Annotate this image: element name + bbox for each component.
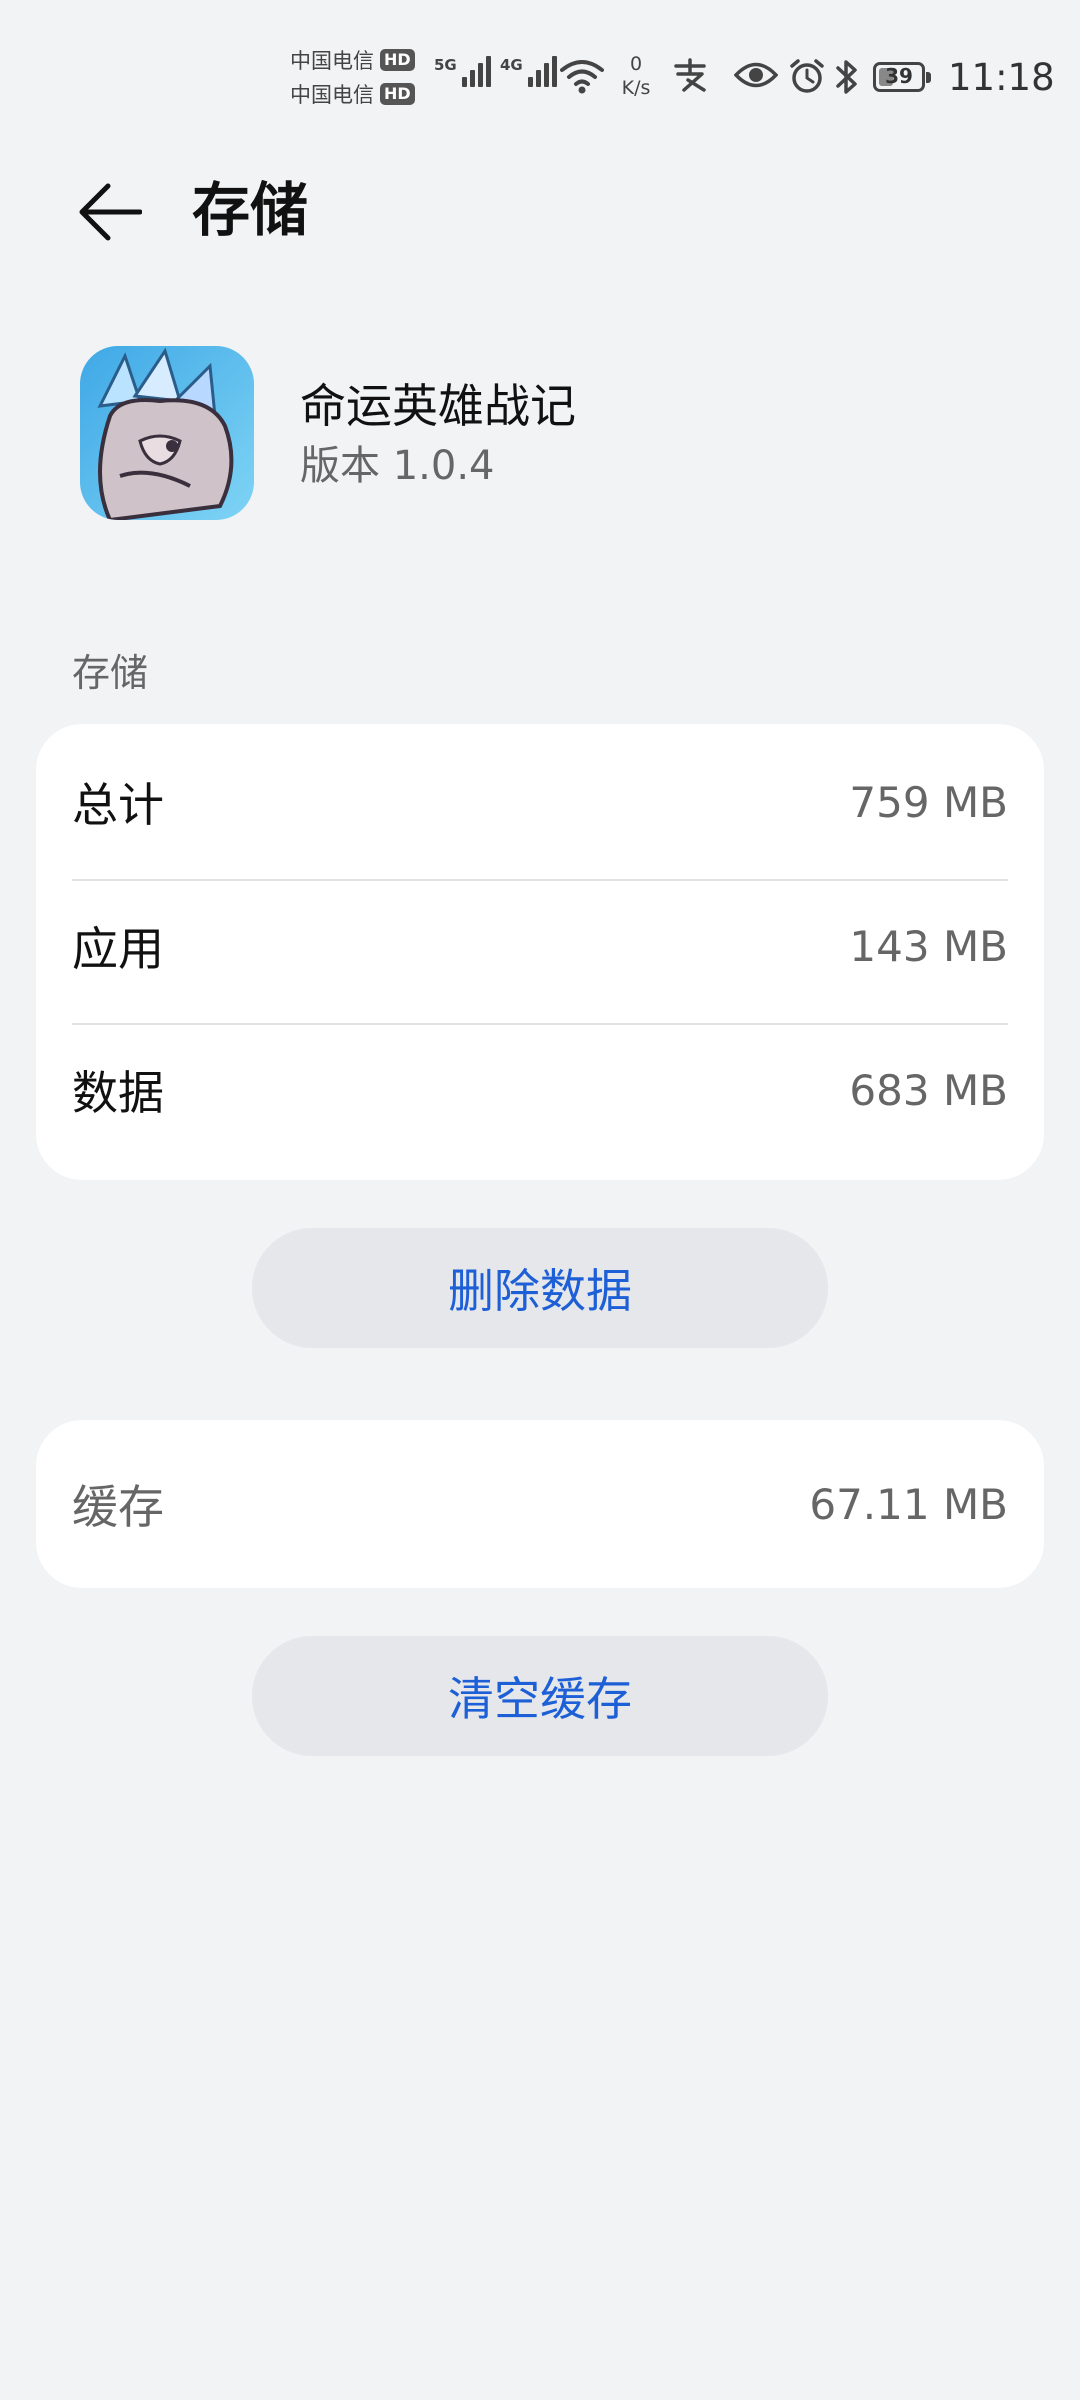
signal-4g-icon: 4G bbox=[500, 56, 557, 87]
delete-data-button[interactable]: 删除数据 bbox=[252, 1228, 828, 1348]
app-icon bbox=[80, 346, 254, 520]
cache-label: 缓存 bbox=[72, 1480, 164, 1534]
storage-row-app: 应用 143 MB bbox=[72, 908, 1008, 984]
alipay-icon bbox=[674, 58, 706, 92]
storage-row-data: 数据 683 MB bbox=[72, 1052, 1008, 1128]
row-value: 143 MB bbox=[849, 921, 1008, 971]
divider bbox=[72, 1023, 1008, 1025]
row-label: 总计 bbox=[72, 778, 164, 832]
row-label: 应用 bbox=[72, 922, 164, 976]
battery-icon: 39 bbox=[873, 62, 931, 92]
battery-level: 39 bbox=[885, 64, 913, 88]
app-version: 版本 1.0.4 bbox=[300, 443, 495, 489]
carrier-name: 中国电信 bbox=[290, 83, 374, 107]
signal-5g-icon: 5G bbox=[434, 56, 491, 87]
back-button[interactable] bbox=[62, 164, 158, 260]
network-speed: 0 K/s bbox=[614, 52, 658, 100]
network-speed-unit: K/s bbox=[621, 77, 651, 99]
cache-card: 缓存 67.11 MB bbox=[36, 1420, 1044, 1588]
carrier-row-1: 中国电信 HD bbox=[290, 46, 415, 74]
storage-card: 总计 759 MB 应用 143 MB 数据 683 MB bbox=[36, 724, 1044, 1180]
storage-row-total: 总计 759 MB bbox=[72, 764, 1008, 840]
page-title: 存储 bbox=[192, 176, 309, 244]
clear-cache-button[interactable]: 清空缓存 bbox=[252, 1636, 828, 1756]
hd-badge: HD bbox=[380, 49, 415, 71]
app-name: 命运英雄战记 bbox=[300, 379, 576, 433]
network-speed-value: 0 bbox=[629, 53, 643, 75]
cache-value: 67.11 MB bbox=[809, 1479, 1008, 1529]
row-label: 数据 bbox=[72, 1066, 164, 1120]
status-bar: 中国电信 HD 中国电信 HD 5G 4G 0 K/s 39 11:18 bbox=[0, 0, 1080, 150]
storage-section-label: 存储 bbox=[72, 651, 149, 695]
cache-row: 缓存 67.11 MB bbox=[72, 1466, 1008, 1542]
clock: 11:18 bbox=[948, 56, 1055, 99]
signal-4g-label: 4G bbox=[500, 56, 523, 74]
carrier-info: 中国电信 HD 中国电信 HD bbox=[290, 46, 415, 108]
wifi-icon bbox=[560, 60, 604, 94]
carrier-name: 中国电信 bbox=[290, 49, 374, 73]
hd-badge: HD bbox=[380, 83, 415, 105]
bluetooth-icon bbox=[836, 60, 857, 94]
alarm-icon bbox=[790, 59, 824, 93]
back-arrow-icon bbox=[79, 183, 142, 241]
signal-5g-label: 5G bbox=[434, 56, 457, 74]
eye-comfort-icon bbox=[734, 62, 778, 88]
row-value: 683 MB bbox=[849, 1065, 1008, 1115]
carrier-row-2: 中国电信 HD bbox=[290, 80, 415, 108]
divider bbox=[72, 879, 1008, 881]
row-value: 759 MB bbox=[849, 777, 1008, 827]
